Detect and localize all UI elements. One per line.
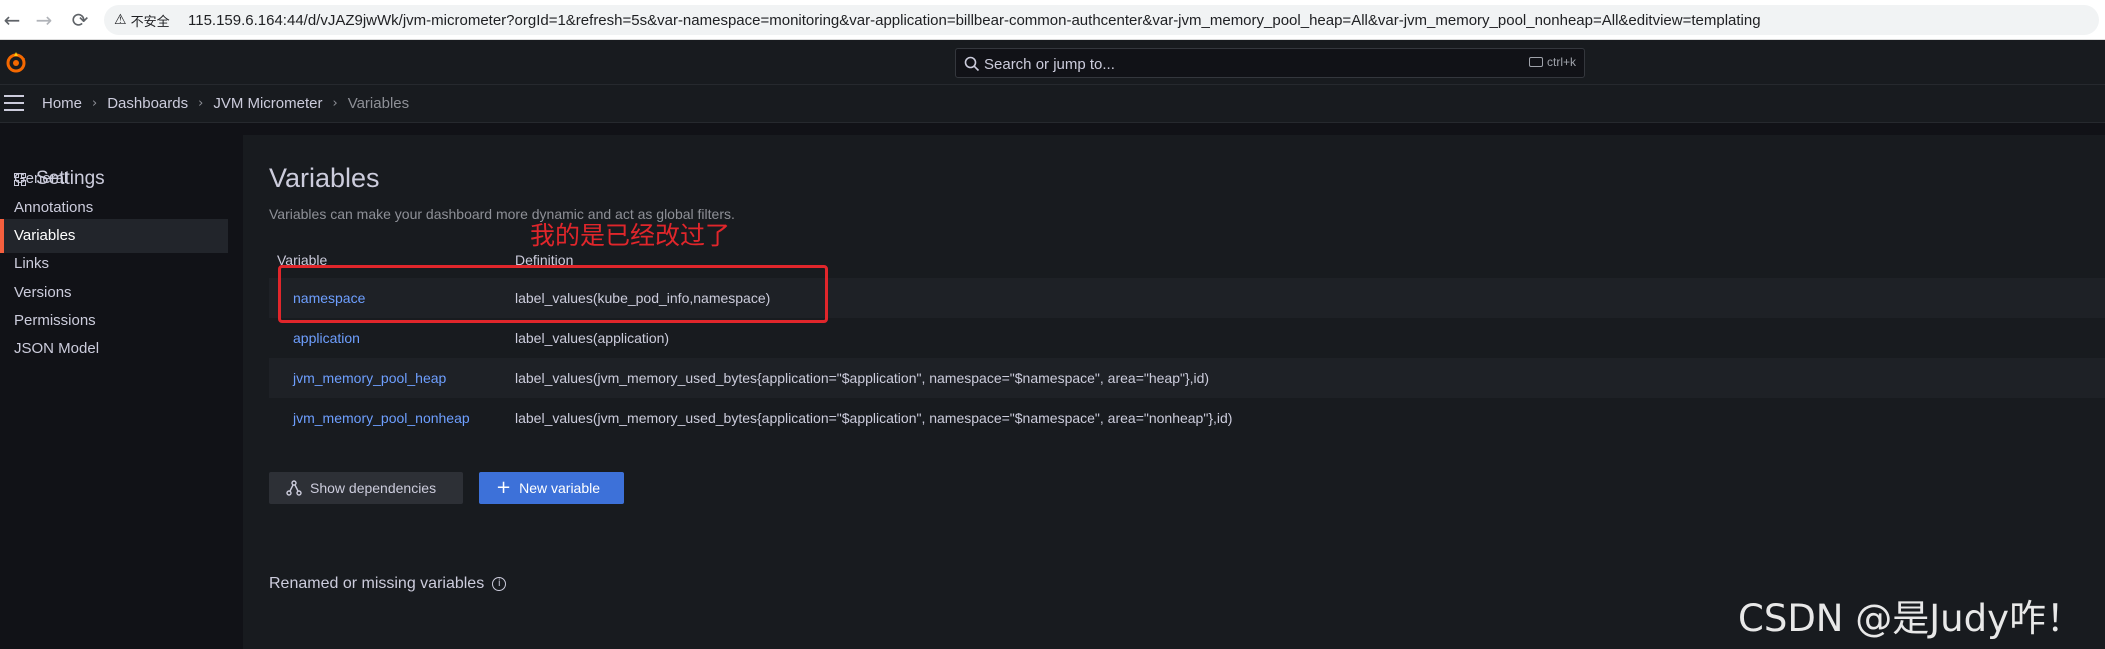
annotation-text: 我的是已经改过了 — [530, 221, 731, 250]
breadcrumb-home[interactable]: Home — [42, 95, 82, 112]
breadcrumb-separator-icon: › — [198, 96, 204, 111]
renamed-missing-section: Renamed or missing variables i — [269, 575, 507, 593]
browser-address-bar: ← → ⟳ ⚠ 不安全 115.159.6.164:44/d/vJAZ9jwWk… — [0, 0, 2105, 40]
sidebar-item-json-model[interactable]: JSON Model — [0, 332, 228, 366]
forward-arrow-icon[interactable]: → — [32, 8, 56, 32]
url-field[interactable]: ⚠ 不安全 115.159.6.164:44/d/vJAZ9jwWk/jvm-m… — [104, 5, 2099, 35]
variable-definition: label_values(jvm_memory_used_bytes{appli… — [515, 370, 1210, 386]
back-arrow-icon[interactable]: ← — [0, 8, 24, 32]
new-variable-button[interactable]: + New variable — [479, 472, 624, 504]
search-bar[interactable]: ctrl+k — [955, 48, 1585, 78]
search-input[interactable] — [984, 53, 1484, 75]
show-dependencies-label: Show dependencies — [310, 480, 437, 496]
breadcrumb: Home › Dashboards › JVM Micrometer › Var… — [42, 95, 409, 112]
warning-triangle-icon: ⚠ — [114, 12, 127, 28]
annotation-highlight-box — [278, 265, 828, 323]
security-indicator[interactable]: ⚠ 不安全 — [114, 11, 170, 29]
page-title: Variables — [269, 163, 380, 193]
keyboard-shortcut-hint: ctrl+k — [1528, 55, 1576, 69]
breadcrumb-dashboards[interactable]: Dashboards — [107, 95, 188, 112]
breadcrumb-separator-icon: › — [332, 96, 338, 111]
screen: ← → ⟳ ⚠ 不安全 115.159.6.164:44/d/vJAZ9jwWk… — [0, 0, 2105, 649]
breadcrumb-dashboard[interactable]: JVM Micrometer — [213, 95, 322, 112]
hamburger-menu-icon[interactable] — [4, 95, 24, 111]
settings-sidebar: Settings General Annotations Variables L… — [0, 123, 240, 649]
search-icon — [964, 56, 980, 72]
table-row[interactable]: application label_values(application) — [269, 318, 2105, 358]
variable-name-link[interactable]: jvm_memory_pool_heap — [293, 370, 446, 386]
grafana-logo-icon[interactable] — [4, 50, 28, 74]
info-icon[interactable]: i — [492, 577, 507, 591]
reload-icon[interactable]: ⟳ — [68, 8, 92, 32]
keyboard-icon — [1528, 57, 1543, 67]
variable-name-link[interactable]: application — [293, 330, 360, 346]
security-label: 不安全 — [130, 13, 170, 29]
url-text[interactable]: 115.159.6.164:44/d/vJAZ9jwWk/jvm-microme… — [188, 12, 1761, 29]
renamed-missing-title: Renamed or missing variables — [269, 575, 485, 592]
breadcrumb-current: Variables — [347, 95, 410, 112]
breadcrumb-bar: Home › Dashboards › JVM Micrometer › Var… — [0, 85, 2105, 123]
shortcut-text: ctrl+k — [1546, 55, 1576, 69]
variable-name-link[interactable]: jvm_memory_pool_nonheap — [293, 410, 470, 426]
breadcrumb-separator-icon: › — [92, 96, 98, 111]
variables-panel: Variables Variables can make your dashbo… — [243, 135, 2105, 649]
plus-icon: + — [496, 477, 512, 498]
variable-definition: label_values(application) — [515, 330, 670, 346]
variable-definition: label_values(jvm_memory_used_bytes{appli… — [515, 410, 1233, 426]
watermark: CSDN @是Judy咋！ — [1738, 597, 2083, 640]
new-variable-label: New variable — [519, 480, 601, 496]
table-row[interactable]: jvm_memory_pool_nonheap label_values(jvm… — [269, 398, 2105, 438]
show-dependencies-button[interactable]: Show dependencies — [269, 472, 463, 504]
grafana-top-bar: ctrl+k — [0, 40, 2105, 85]
dependencies-graph-icon — [286, 480, 302, 496]
table-row[interactable]: jvm_memory_pool_heap label_values(jvm_me… — [269, 358, 2105, 398]
